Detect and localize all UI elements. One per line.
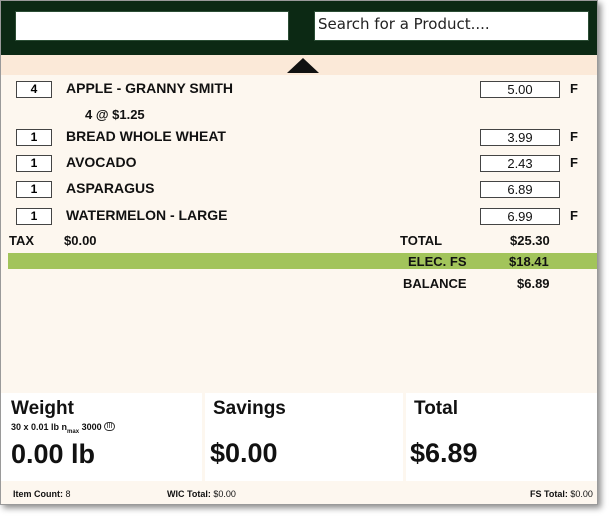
elec-fs-value: $18.41 [509, 254, 549, 269]
weight-value: 0.00 lb [11, 439, 96, 469]
elec-fs-label: ELEC. FS [408, 254, 467, 269]
status-footer [1, 484, 597, 504]
item-qty-5[interactable]: 1 [16, 208, 52, 225]
item-price-1[interactable]: 5.00 [480, 81, 560, 98]
product-search-input[interactable]: Search for a Product.... [314, 11, 589, 41]
pos-window: Search for a Product.... 4 APPLE - GRANN… [0, 0, 598, 505]
total-value: $25.30 [510, 233, 550, 248]
scale-spec: 30 x 0.01 lb nmax 3000 III [11, 422, 116, 435]
tax-value: $0.00 [64, 233, 97, 248]
search-bar: Search for a Product.... [1, 1, 597, 55]
savings-value: $0.00 [210, 438, 278, 468]
item-price-5[interactable]: 6.99 [480, 208, 560, 225]
item-count: Item Count: 8 [13, 489, 71, 499]
balance-label: BALANCE [403, 276, 467, 291]
tax-label: TAX [9, 233, 35, 248]
savings-title: Savings [213, 398, 286, 419]
total-panel-value: $6.89 [410, 438, 478, 468]
item-fs-flag-5: F [570, 208, 578, 223]
item-price-2[interactable]: 3.99 [480, 129, 560, 146]
wic-total: WIC Total: $0.00 [167, 489, 236, 499]
balance-value: $6.89 [517, 276, 550, 291]
collapse-arrow-icon[interactable] [287, 58, 319, 73]
item-qty-4[interactable]: 1 [16, 181, 52, 198]
total-label: TOTAL [400, 233, 443, 248]
item-promo-1: 4 @ $1.25 [85, 107, 145, 122]
scale-class-badge: III [103, 422, 116, 431]
fs-total: FS Total: $0.00 [530, 489, 593, 499]
item-price-3[interactable]: 2.43 [480, 155, 560, 172]
item-name-5: WATERMELON - LARGE [66, 207, 228, 223]
item-qty-2[interactable]: 1 [16, 129, 52, 146]
item-fs-flag-1: F [570, 81, 578, 96]
item-price-4[interactable]: 6.89 [480, 181, 560, 198]
item-fs-flag-2: F [570, 129, 578, 144]
item-qty-1[interactable]: 4 [16, 81, 52, 98]
item-name-4: ASPARAGUS [66, 180, 155, 196]
item-name-2: BREAD WHOLE WHEAT [66, 128, 226, 144]
item-fs-flag-3: F [570, 155, 578, 170]
item-name-1: APPLE - GRANNY SMITH [66, 80, 233, 96]
total-panel-title: Total [414, 398, 458, 419]
item-name-3: AVOCADO [66, 154, 137, 170]
weight-title: Weight [11, 398, 74, 419]
barcode-input[interactable] [15, 11, 289, 41]
item-qty-3[interactable]: 1 [16, 155, 52, 172]
